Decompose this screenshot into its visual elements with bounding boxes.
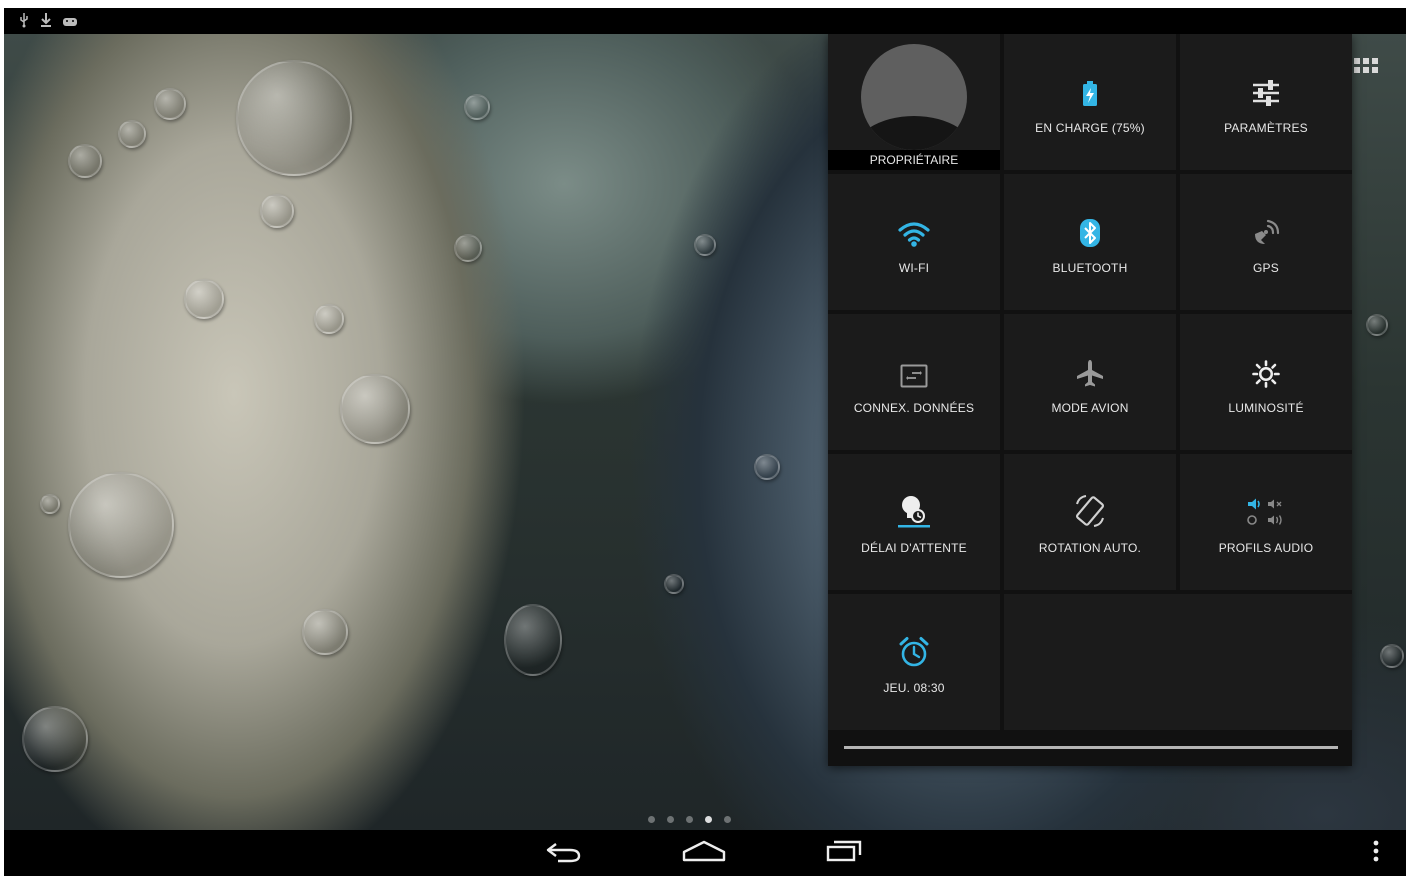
auto-rotate-label: ROTATION AUTO. — [1038, 541, 1142, 555]
water-drop — [1366, 314, 1388, 336]
gps-icon — [1251, 218, 1281, 253]
audio-profiles-label: PROFILS AUDIO — [1218, 541, 1314, 555]
usb-icon — [18, 12, 30, 33]
home-button[interactable] — [674, 838, 734, 868]
water-drop — [40, 494, 60, 514]
water-drop — [260, 194, 294, 228]
android-debug-icon — [62, 14, 78, 32]
page-dot — [686, 816, 693, 823]
bluetooth-icon — [1079, 218, 1101, 253]
page-dot — [648, 816, 655, 823]
water-drop — [68, 144, 102, 178]
tile-owner[interactable]: PROPRIÉTAIRE — [828, 34, 1000, 170]
page-dot-active — [705, 816, 712, 823]
airplane-icon — [1075, 358, 1105, 393]
auto-rotate-icon — [1073, 494, 1107, 533]
settings-sliders-icon — [1251, 78, 1281, 113]
water-drop — [184, 279, 224, 319]
water-drop — [454, 234, 482, 262]
brightness-icon — [1252, 360, 1280, 393]
alarm-icon — [898, 636, 930, 673]
home-icon — [681, 839, 727, 868]
alarm-label: JEU. 08:30 — [883, 681, 945, 695]
recent-apps-button[interactable] — [814, 838, 874, 868]
panel-bottom-handle[interactable] — [844, 746, 1338, 749]
navigation-bar — [4, 830, 1406, 876]
wifi-label: WI-FI — [898, 261, 930, 275]
data-connection-label: CONNEX. DONNÉES — [853, 401, 975, 415]
tile-auto-rotate[interactable]: ROTATION AUTO. — [1004, 454, 1176, 590]
brightness-label: LUMINOSITÉ — [1228, 401, 1304, 415]
water-drop — [314, 304, 344, 334]
owner-label: PROPRIÉTAIRE — [828, 150, 1000, 170]
airplane-label: MODE AVION — [1051, 401, 1129, 415]
tile-battery[interactable]: EN CHARGE (75%) — [1004, 34, 1176, 170]
tile-screen-timeout[interactable]: DÉLAI D'ATTENTE — [828, 454, 1000, 590]
back-button[interactable] — [534, 838, 594, 868]
tile-alarm[interactable]: JEU. 08:30 — [828, 594, 1000, 730]
tile-gps[interactable]: GPS — [1180, 174, 1352, 310]
timeout-label: DÉLAI D'ATTENTE — [861, 541, 967, 555]
all-apps-icon[interactable] — [1354, 58, 1378, 73]
settings-label: PARAMÈTRES — [1224, 121, 1308, 135]
data-connection-icon — [900, 364, 928, 393]
timeout-icon — [898, 494, 930, 533]
water-drop — [154, 88, 186, 120]
water-drop — [236, 60, 352, 176]
water-drop — [694, 234, 716, 256]
tile-settings[interactable]: PARAMÈTRES — [1180, 34, 1352, 170]
water-drop — [754, 454, 780, 480]
menu-overflow-icon — [1373, 840, 1379, 867]
water-drop — [1380, 644, 1404, 668]
water-drop — [340, 374, 410, 444]
menu-overflow-button[interactable] — [1346, 838, 1406, 868]
recent-apps-icon — [824, 839, 864, 868]
water-drop — [464, 94, 490, 120]
tablet-screen: PROPRIÉTAIRE EN CHARGE (75%) PARAMÈTRES — [4, 8, 1406, 876]
tile-brightness[interactable]: LUMINOSITÉ — [1180, 314, 1352, 450]
owner-avatar — [861, 44, 967, 150]
tile-wifi[interactable]: WI-FI — [828, 174, 1000, 310]
download-icon — [40, 12, 52, 33]
water-drop — [22, 706, 88, 772]
wifi-icon — [897, 220, 931, 253]
water-drop — [504, 604, 562, 676]
battery-charging-icon — [1081, 80, 1099, 113]
page-indicator — [648, 816, 731, 823]
battery-label: EN CHARGE (75%) — [1035, 121, 1145, 135]
water-drop — [118, 120, 146, 148]
empty-tile — [1004, 594, 1352, 730]
water-drop — [664, 574, 684, 594]
tile-airplane-mode[interactable]: MODE AVION — [1004, 314, 1176, 450]
quick-settings-panel: PROPRIÉTAIRE EN CHARGE (75%) PARAMÈTRES — [828, 34, 1352, 766]
page-dot — [724, 816, 731, 823]
status-bar[interactable] — [4, 8, 1406, 34]
page-dot — [667, 816, 674, 823]
audio-profiles-icon — [1246, 498, 1286, 533]
tile-data-connection[interactable]: CONNEX. DONNÉES — [828, 314, 1000, 450]
tile-bluetooth[interactable]: BLUETOOTH — [1004, 174, 1176, 310]
bluetooth-label: BLUETOOTH — [1052, 261, 1128, 275]
back-icon — [544, 839, 584, 868]
gps-label: GPS — [1253, 261, 1279, 275]
tile-audio-profiles[interactable]: PROFILS AUDIO — [1180, 454, 1352, 590]
water-drop — [302, 609, 348, 655]
water-drop — [68, 472, 174, 578]
